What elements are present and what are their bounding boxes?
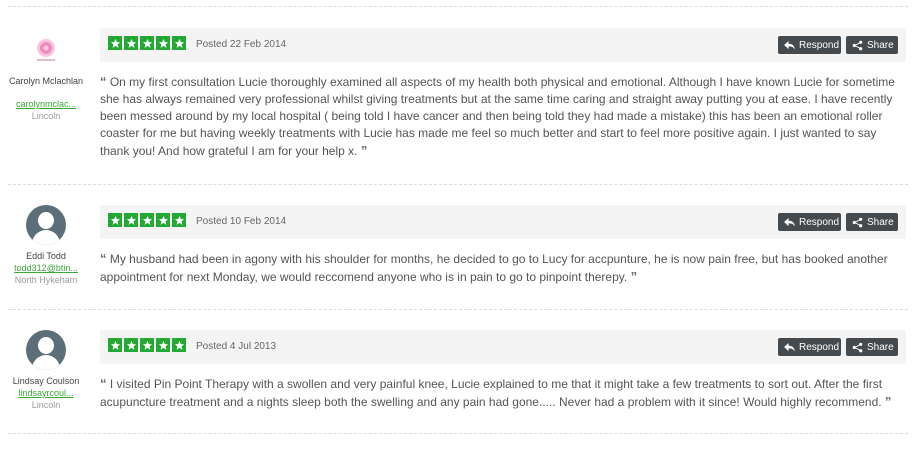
default-user-icon (26, 330, 66, 370)
star-icon (156, 338, 170, 352)
review-body: My husband had been in agony with his sh… (100, 252, 888, 284)
reviewer-location: Lincoln (31, 400, 61, 410)
avatar (26, 205, 66, 245)
share-icon (852, 40, 863, 50)
star-rating (108, 338, 186, 352)
review-header: Posted 4 Jul 2013 Respond Share (100, 330, 906, 364)
star-icon (172, 36, 186, 50)
respond-label: Respond (799, 39, 840, 51)
close-quote-icon: ” (630, 269, 638, 284)
review-body: On my first consultation Lucie thoroughl… (100, 75, 895, 158)
star-rating (108, 213, 186, 227)
reviewer-name: Eddi Todd (26, 251, 66, 261)
star-icon (156, 36, 170, 50)
star-icon (124, 36, 138, 50)
reply-icon (784, 342, 795, 352)
reviewer-profile: Carolyn Mclachlan carolynmclac... Lincol… (0, 30, 92, 121)
logo-icon (37, 39, 55, 61)
divider (8, 309, 908, 310)
respond-label: Respond (799, 216, 840, 228)
review-header: Posted 22 Feb 2014 Respond Share (100, 28, 906, 62)
star-icon (172, 213, 186, 227)
share-icon (852, 217, 863, 227)
star-icon (124, 213, 138, 227)
review-date: Posted 4 Jul 2013 (196, 341, 277, 352)
share-label: Share (867, 341, 894, 353)
open-quote-icon: “ (100, 251, 107, 266)
share-button[interactable]: Share (846, 338, 898, 356)
divider (8, 6, 908, 7)
star-icon (124, 338, 138, 352)
star-icon (156, 213, 170, 227)
open-quote-icon: “ (100, 376, 107, 391)
divider (8, 184, 908, 185)
share-icon (852, 342, 863, 352)
star-icon (108, 36, 122, 50)
avatar (26, 330, 66, 370)
reviewer-name: Carolyn Mclachlan (8, 76, 84, 86)
respond-button[interactable]: Respond (778, 213, 841, 231)
share-label: Share (867, 39, 894, 51)
star-icon (140, 213, 154, 227)
avatar (26, 30, 66, 70)
review-text: “ I visited Pin Point Therapy with a swo… (100, 375, 900, 411)
respond-button[interactable]: Respond (778, 338, 841, 356)
review-date: Posted 10 Feb 2014 (196, 216, 287, 227)
open-quote-icon: “ (100, 74, 107, 89)
respond-button[interactable]: Respond (778, 36, 841, 54)
reviewer-location: Lincoln (31, 111, 61, 121)
default-user-icon (26, 205, 66, 245)
review-text: “ My husband had been in agony with his … (100, 250, 900, 286)
reviewer-name: Lindsay Coulson (12, 376, 80, 386)
divider (8, 433, 908, 434)
star-rating (108, 36, 186, 50)
reply-icon (784, 40, 795, 50)
star-icon (172, 338, 186, 352)
respond-label: Respond (799, 341, 840, 353)
review-text: “ On my first consultation Lucie thoroug… (100, 73, 900, 160)
star-icon (140, 338, 154, 352)
star-icon (108, 213, 122, 227)
close-quote-icon: ” (884, 394, 892, 409)
reviewer-profile: Lindsay Coulson lindsayrcoul... Lincoln (0, 330, 92, 410)
share-button[interactable]: Share (846, 36, 898, 54)
review-date: Posted 22 Feb 2014 (196, 39, 287, 50)
review-body: I visited Pin Point Therapy with a swoll… (100, 377, 883, 409)
reviewer-email-link[interactable]: lindsayrcoul... (0, 388, 92, 398)
reviewer-profile: Eddi Todd todd312@btin... North Hykeham (0, 205, 92, 285)
share-button[interactable]: Share (846, 213, 898, 231)
reviewer-email-link[interactable]: todd312@btin... (0, 263, 92, 273)
reviewer-email-link[interactable]: carolynmclac... (0, 99, 92, 109)
star-icon (140, 36, 154, 50)
reply-icon (784, 217, 795, 227)
star-icon (108, 338, 122, 352)
close-quote-icon: ” (360, 143, 368, 158)
share-label: Share (867, 216, 894, 228)
reviewer-location: North Hykeham (14, 275, 78, 285)
review-header: Posted 10 Feb 2014 Respond Share (100, 205, 906, 239)
